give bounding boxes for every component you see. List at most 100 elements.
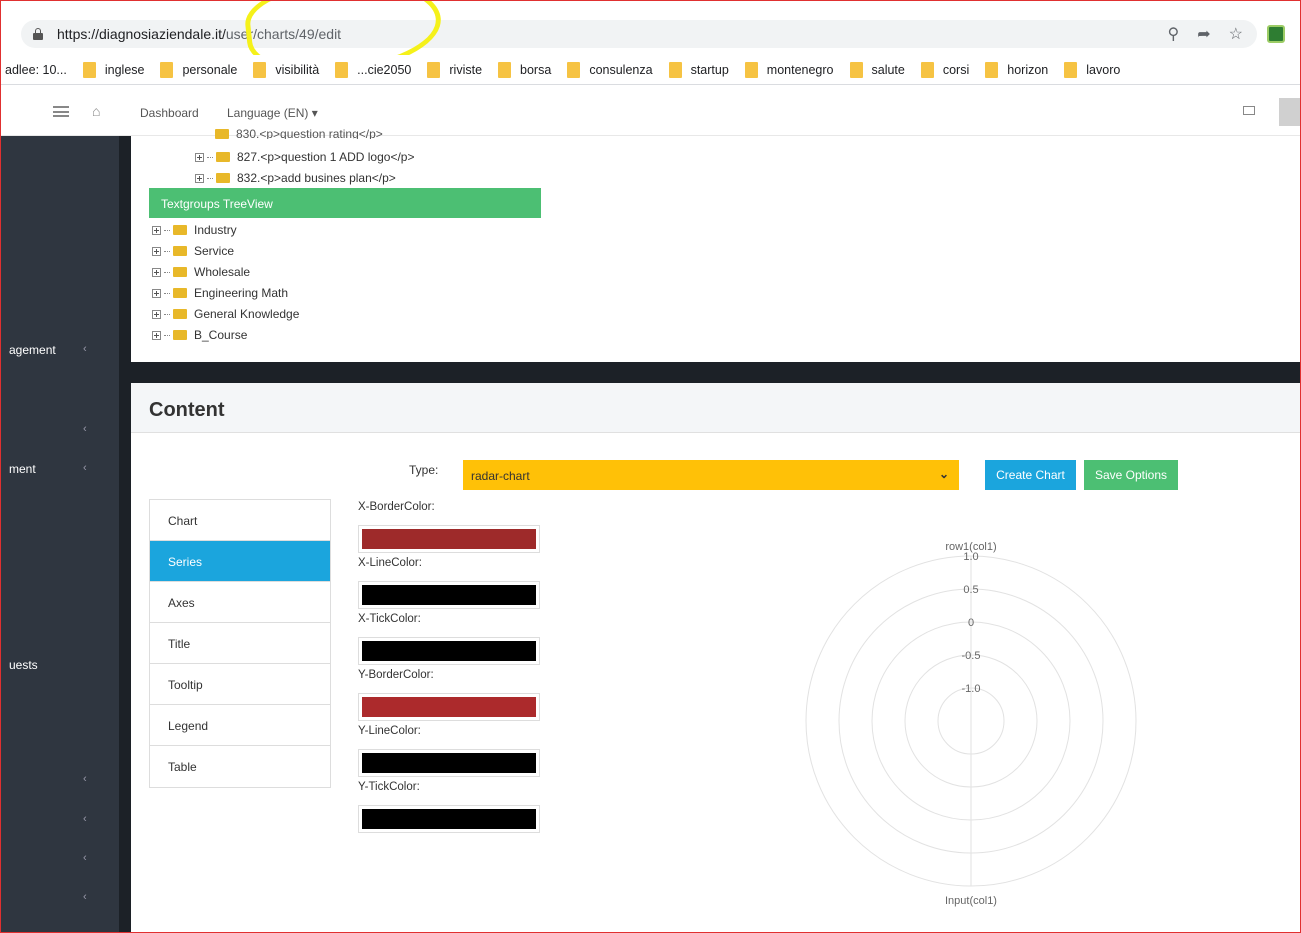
url-text[interactable]: https://diagnosiaziendale.it/user/charts… [57, 26, 341, 42]
folder-icon [253, 61, 267, 78]
textgroup-node[interactable]: Engineering Math [152, 286, 288, 300]
chart-type-select[interactable]: radar-chart ⌄ [463, 460, 959, 490]
expand-icon[interactable] [195, 152, 204, 162]
folder-icon [160, 61, 174, 78]
folder-icon [173, 330, 187, 340]
bookmark-label: adlee: 10... [5, 62, 67, 77]
color-picker-input[interactable] [358, 637, 540, 665]
bookmark-item[interactable]: adlee: 10... [5, 63, 67, 77]
avatar[interactable] [1279, 98, 1300, 126]
extension-icon[interactable] [1267, 25, 1285, 43]
bookmark-label: visibilità [275, 62, 320, 77]
bookmark-item[interactable]: horizon [985, 61, 1049, 78]
expand-icon[interactable] [195, 173, 204, 183]
tab-title[interactable]: Title [150, 623, 330, 664]
tree-node[interactable]: 827.<p>question 1 ADD logo</p> [195, 150, 414, 164]
tab-chart[interactable]: Chart [150, 500, 330, 541]
bookmark-item[interactable]: personale [160, 61, 237, 78]
folder-icon [920, 61, 934, 78]
expand-icon[interactable] [152, 330, 161, 340]
tab-tooltip[interactable]: Tooltip [150, 664, 330, 705]
textgroup-node[interactable]: Service [152, 244, 234, 258]
textgroup-node[interactable]: Industry [152, 223, 237, 237]
color-option-label: X-TickColor: [358, 613, 421, 625]
home-icon[interactable]: ⌂ [92, 103, 100, 119]
star-icon[interactable]: ☆ [1229, 24, 1243, 44]
expand-icon[interactable] [152, 267, 161, 277]
folder-icon [427, 61, 441, 78]
language-dropdown[interactable]: Language (EN) ▾ [227, 106, 318, 120]
bookmark-item[interactable]: salute [849, 61, 905, 78]
chevron-left-icon: ‹ [83, 343, 87, 355]
expand-icon[interactable] [152, 309, 161, 319]
color-picker-input[interactable] [358, 693, 540, 721]
bookmark-item[interactable]: inglese [82, 61, 144, 78]
bookmark-item[interactable]: montenegro [744, 61, 834, 78]
color-picker-input[interactable] [358, 805, 540, 833]
textgroup-node[interactable]: B_Course [152, 328, 247, 342]
app-header: ⌂ Dashboard Language (EN) ▾ [1, 86, 1300, 136]
sidebar-item-label: uests [9, 658, 38, 672]
expand-icon[interactable] [152, 246, 161, 256]
color-swatch [362, 529, 536, 549]
bookmark-item[interactable]: lavoro [1064, 61, 1121, 78]
expand-icon[interactable] [152, 288, 161, 298]
type-label: Type: [409, 463, 439, 477]
textgroup-node[interactable]: General Knowledge [152, 307, 299, 321]
tab-axes[interactable]: Axes [150, 582, 330, 623]
textgroup-node[interactable]: Wholesale [152, 265, 250, 279]
folder-icon [82, 61, 96, 78]
bookmark-label: lavoro [1086, 62, 1121, 77]
tree-node-partial[interactable]: 830.<p>question rating</p> [215, 129, 383, 139]
browser-toolbar: https://diagnosiaziendale.it/user/charts… [1, 1, 1300, 81]
color-swatch [362, 585, 536, 605]
color-option-label: Y-TickColor: [358, 781, 420, 793]
tab-series[interactable]: Series [150, 541, 330, 582]
tab-legend[interactable]: Legend [150, 705, 330, 746]
zoom-icon[interactable]: ⚲ [1168, 24, 1180, 44]
folder-icon [216, 173, 230, 183]
bookmark-item[interactable]: corsi [920, 61, 969, 78]
bookmark-item[interactable]: visibilità [253, 61, 320, 78]
folder-icon [498, 61, 512, 78]
tree-node[interactable]: 832.<p>add busines plan</p> [195, 171, 396, 185]
language-label: Language (EN) [227, 106, 309, 120]
save-options-button[interactable]: Save Options [1084, 460, 1178, 490]
folder-icon [1064, 61, 1078, 78]
bookmark-item[interactable]: borsa [498, 61, 551, 78]
bookmark-label: horizon [1007, 62, 1049, 77]
menu-icon[interactable] [53, 106, 69, 117]
share-icon[interactable]: ➦ [1197, 24, 1210, 44]
url-domain: https://diagnosiaziendale.it/ [57, 26, 226, 42]
color-picker-input[interactable] [358, 749, 540, 777]
mail-icon[interactable] [1243, 106, 1255, 115]
address-bar[interactable]: https://diagnosiaziendale.it/user/charts… [21, 20, 1257, 48]
folder-icon [173, 267, 187, 277]
radar-axis-label: Input(col1) [945, 895, 997, 907]
color-option-label: X-BorderColor: [358, 501, 435, 513]
folder-icon [985, 61, 999, 78]
folder-icon [216, 152, 230, 162]
bookmark-item[interactable]: startup [668, 61, 729, 78]
folder-icon [173, 225, 187, 235]
bookmark-label: consulenza [589, 62, 653, 77]
bookmark-item[interactable]: riviste [427, 61, 482, 78]
bookmark-label: montenegro [766, 62, 834, 77]
textgroup-label: Service [194, 244, 235, 258]
textgroup-label: B_Course [194, 328, 248, 342]
chevron-left-icon: ‹ [83, 813, 87, 825]
create-chart-button[interactable]: Create Chart [985, 460, 1076, 490]
chevron-left-icon: ‹ [83, 773, 87, 785]
textgroup-label: Engineering Math [194, 286, 289, 300]
tree-card [131, 136, 1300, 362]
expand-icon[interactable] [152, 225, 161, 235]
bookmark-item[interactable]: consulenza [567, 61, 653, 78]
color-picker-input[interactable] [358, 525, 540, 553]
dashboard-link[interactable]: Dashboard [140, 106, 199, 120]
textgroups-header: Textgroups TreeView [149, 188, 541, 218]
tab-table[interactable]: Table [150, 746, 330, 787]
color-picker-input[interactable] [358, 581, 540, 609]
lock-icon[interactable] [33, 28, 43, 40]
bookmark-item[interactable]: ...cie2050 [335, 61, 411, 78]
radar-tick-label: 0.5 [963, 584, 978, 596]
